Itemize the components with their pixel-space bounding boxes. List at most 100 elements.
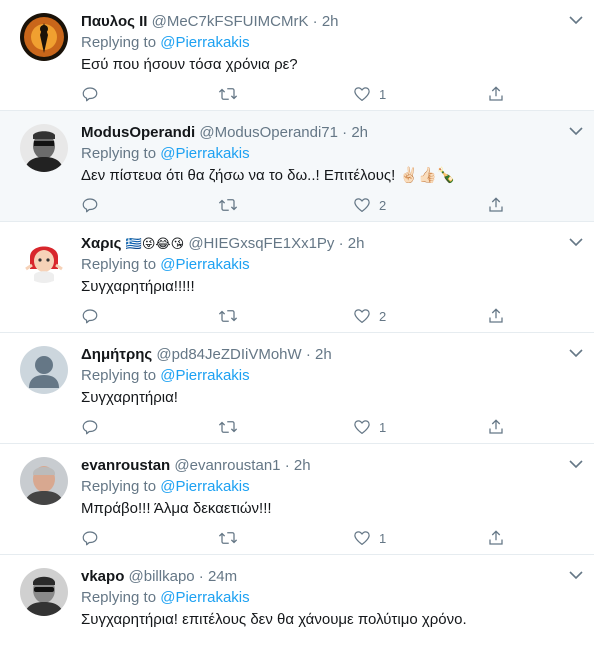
mention-link[interactable]: @Pierrakakis: [160, 589, 249, 606]
retweet-icon: [218, 532, 238, 544]
avatar[interactable]: [20, 124, 68, 172]
share-icon: [489, 308, 503, 323]
user-handle[interactable]: @MeC7kFSFUIMCMrK: [152, 13, 309, 30]
retweet-button[interactable]: [218, 528, 238, 548]
reply-button[interactable]: [81, 84, 99, 104]
like-count: 2: [379, 308, 387, 324]
like-button[interactable]: 1: [353, 528, 386, 548]
tweet[interactable]: Παυλος II @MeC7kFSFUIMCMrK · 2h Replying…: [0, 0, 594, 111]
separator-dot: ·: [198, 568, 204, 585]
retweet-icon: [218, 199, 238, 211]
chevron-down-icon[interactable]: [568, 347, 584, 359]
chevron-down-icon[interactable]: [568, 14, 584, 26]
reply-icon: [82, 198, 98, 213]
replying-label: Replying to: [81, 256, 157, 273]
share-button[interactable]: [487, 528, 505, 548]
tweet[interactable]: ModusOperandi @ModusOperandi71 · 2h Repl…: [0, 111, 594, 222]
like-icon: [354, 309, 370, 323]
replying-to: Replying to @Pierrakakis: [81, 33, 554, 53]
replying-label: Replying to: [81, 34, 157, 51]
mention-link[interactable]: @Pierrakakis: [160, 256, 249, 273]
separator-dot: ·: [305, 346, 311, 363]
tweet[interactable]: Χαρις 🇬🇷😜😂😘 @HIEGxsqFE1Xx1Py · 2h Replyi…: [0, 222, 594, 333]
share-icon: [489, 86, 503, 101]
user-handle[interactable]: @billkapo: [129, 568, 195, 585]
tweet[interactable]: Δημήτρης @pd84JeZDIiVMohW · 2h Replying …: [0, 333, 594, 444]
display-name[interactable]: Παυλος II: [81, 13, 147, 30]
like-button[interactable]: 2: [353, 306, 386, 326]
timestamp[interactable]: 24m: [208, 568, 237, 585]
tweet-text: Συγχαρητήρια! επιτέλους δεν θα χάνουμε π…: [81, 611, 467, 628]
replying-to: Replying to @Pierrakakis: [81, 255, 554, 275]
tweet-actions: 1: [81, 417, 511, 437]
timestamp[interactable]: 2h: [322, 13, 339, 30]
retweet-icon: [218, 421, 238, 433]
tweet-actions: 2: [81, 306, 511, 326]
retweet-icon: [218, 88, 238, 100]
reply-icon: [82, 420, 98, 435]
separator-dot: ·: [312, 13, 318, 30]
mention-link[interactable]: @Pierrakakis: [160, 478, 249, 495]
timestamp[interactable]: 2h: [348, 235, 365, 252]
like-count: 1: [379, 530, 387, 546]
tweet-text: Μπράβο!!! Άλμα δεκαετιών!!!: [81, 500, 272, 517]
timestamp[interactable]: 2h: [315, 346, 332, 363]
avatar[interactable]: [20, 346, 68, 394]
tweet-actions: 1: [81, 84, 511, 104]
separator-dot: ·: [342, 124, 348, 141]
display-name[interactable]: ModusOperandi: [81, 124, 195, 141]
replying-label: Replying to: [81, 367, 157, 384]
replying-to: Replying to @Pierrakakis: [81, 588, 554, 608]
display-name[interactable]: evanroustan: [81, 457, 170, 474]
replying-to: Replying to @Pierrakakis: [81, 366, 554, 386]
like-count: 1: [379, 419, 387, 435]
reply-button[interactable]: [81, 195, 99, 215]
user-handle[interactable]: @pd84JeZDIiVMohW: [156, 346, 301, 363]
share-icon: [489, 419, 503, 434]
share-button[interactable]: [487, 306, 505, 326]
reply-button[interactable]: [81, 528, 99, 548]
user-handle[interactable]: @ModusOperandi71: [199, 124, 338, 141]
timestamp[interactable]: 2h: [351, 124, 368, 141]
tweet-actions: 1: [81, 528, 511, 548]
chevron-down-icon[interactable]: [568, 125, 584, 137]
retweet-button[interactable]: [218, 306, 238, 326]
chevron-down-icon[interactable]: [568, 458, 584, 470]
share-button[interactable]: [487, 417, 505, 437]
mention-link[interactable]: @Pierrakakis: [160, 367, 249, 384]
chevron-down-icon[interactable]: [568, 569, 584, 581]
name-emojis: 🇬🇷😜😂😘: [125, 236, 185, 251]
avatar[interactable]: [20, 235, 68, 283]
share-icon: [489, 530, 503, 545]
reply-icon: [82, 87, 98, 102]
timestamp[interactable]: 2h: [294, 457, 311, 474]
tweet[interactable]: vkapo @billkapo · 24m Replying to @Pierr…: [0, 555, 594, 647]
tweet-text: Συγχαρητήρια!: [81, 389, 178, 406]
tweet[interactable]: evanroustan @evanroustan1 · 2h Replying …: [0, 444, 594, 555]
like-button[interactable]: 1: [353, 417, 386, 437]
share-button[interactable]: [487, 195, 505, 215]
retweet-button[interactable]: [218, 195, 238, 215]
mention-link[interactable]: @Pierrakakis: [160, 34, 249, 51]
chevron-down-icon[interactable]: [568, 236, 584, 248]
avatar[interactable]: [20, 13, 68, 61]
reply-icon: [82, 531, 98, 546]
display-name[interactable]: vkapo: [81, 568, 124, 585]
display-name[interactable]: Δημήτρης: [81, 346, 152, 363]
retweet-button[interactable]: [218, 417, 238, 437]
reply-button[interactable]: [81, 417, 99, 437]
display-name[interactable]: Χαρις: [81, 235, 121, 252]
like-count: 2: [379, 197, 387, 213]
reply-button[interactable]: [81, 306, 99, 326]
like-button[interactable]: 2: [353, 195, 386, 215]
user-handle[interactable]: @HIEGxsqFE1Xx1Py: [188, 235, 334, 252]
like-icon: [354, 87, 370, 101]
avatar[interactable]: [20, 457, 68, 505]
like-button[interactable]: 1: [353, 84, 386, 104]
like-icon: [354, 420, 370, 434]
share-button[interactable]: [487, 84, 505, 104]
mention-link[interactable]: @Pierrakakis: [160, 145, 249, 162]
retweet-button[interactable]: [218, 84, 238, 104]
user-handle[interactable]: @evanroustan1: [174, 457, 280, 474]
avatar[interactable]: [20, 568, 68, 616]
